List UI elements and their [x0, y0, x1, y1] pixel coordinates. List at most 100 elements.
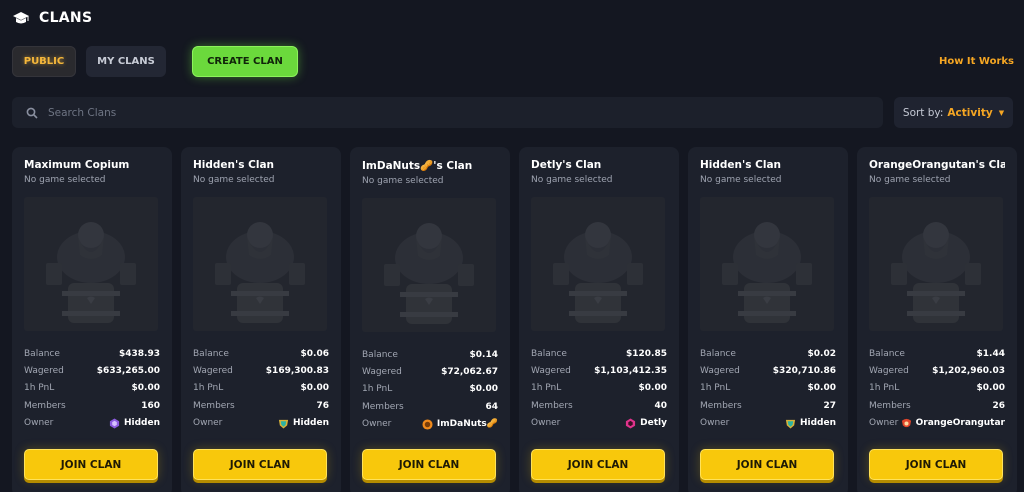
wagered-label: Wagered: [531, 366, 571, 377]
pnl-value: $0.00: [131, 383, 160, 394]
search-input[interactable]: [48, 106, 828, 119]
balance-label: Balance: [193, 348, 229, 359]
wagered-value: $320,710.86: [772, 366, 836, 377]
create-clan-button[interactable]: CREATE CLAN: [192, 46, 298, 77]
clan-name: Hidden's Clan: [193, 159, 275, 171]
clan-stats: Balance $0.14 Wagered $72,062.67 1h PnL $0.…: [362, 346, 498, 433]
clan-tabs: PUBLIC MY CLANS CREATE CLAN: [12, 46, 298, 77]
wagered-value: $169,300.83: [265, 366, 329, 377]
members-value: 27: [823, 400, 836, 411]
balance-value: $1.44: [976, 348, 1005, 359]
pnl-value: $0.00: [807, 383, 836, 394]
clan-stats: Balance $438.93 Wagered $633,265.00 1h PnL…: [24, 345, 160, 432]
search-bar: [12, 97, 883, 128]
balance-label: Balance: [24, 348, 60, 359]
red-orange-badge-icon: [901, 418, 912, 429]
owner-value[interactable]: Hidden: [278, 418, 329, 429]
clan-game-status: No game selected: [869, 175, 951, 185]
members-label: Members: [193, 400, 235, 411]
clan-name: Hidden's Clan: [700, 159, 782, 171]
owner-value[interactable]: Hidden: [109, 418, 160, 429]
members-label: Members: [869, 400, 911, 411]
clan-stats: Balance $1.44 Wagered $1,202,960.03 1h PnL…: [869, 345, 1005, 432]
pnl-label: 1h PnL: [531, 383, 562, 394]
clan-name: OrangeOrangutan's Clan: [869, 159, 1005, 171]
balance-value: $0.06: [300, 348, 329, 359]
owner-value[interactable]: Hidden: [785, 418, 836, 429]
tab-public[interactable]: PUBLIC: [12, 46, 76, 77]
owner-value[interactable]: OrangeOrangutar: [901, 418, 1005, 429]
clan-card: Hidden's Clan No game selected Balance $0…: [688, 147, 848, 492]
clan-card: Maximum Copium No game selected Balance $…: [12, 147, 172, 492]
balance-value: $0.14: [469, 349, 498, 360]
pnl-value: $0.00: [976, 383, 1005, 394]
wagered-label: Wagered: [193, 366, 233, 377]
members-label: Members: [531, 400, 573, 411]
teal-gold-badge-icon: [785, 418, 796, 429]
clan-image: [531, 197, 665, 331]
wagered-label: Wagered: [869, 366, 909, 377]
pink-gem-icon: [625, 418, 636, 429]
clan-stats: Balance $120.85 Wagered $1,103,412.35 1h P…: [531, 345, 667, 432]
clan-image: [869, 197, 1003, 331]
tab-my-clans[interactable]: MY CLANS: [86, 46, 166, 77]
wagered-value: $72,062.67: [441, 367, 498, 378]
balance-value: $0.02: [807, 348, 836, 359]
owner-name: ImDaNuts🥜: [436, 419, 498, 430]
page-title: CLANS: [39, 10, 93, 26]
members-value: 26: [992, 400, 1005, 411]
teal-gold-badge-icon: [278, 418, 289, 429]
join-clan-button[interactable]: JOIN CLAN: [362, 449, 496, 480]
orange-badge-icon: [422, 419, 433, 430]
clan-game-status: No game selected: [24, 175, 106, 185]
wagered-label: Wagered: [24, 366, 64, 377]
join-clan-button[interactable]: JOIN CLAN: [869, 449, 1003, 480]
clan-game-status: No game selected: [531, 175, 613, 185]
members-label: Members: [24, 400, 66, 411]
graduation-cap-icon: [13, 12, 29, 24]
clan-card: OrangeOrangutan's Clan No game selected …: [857, 147, 1017, 492]
sort-dropdown[interactable]: Sort by: Activity ▼: [894, 97, 1013, 128]
pnl-value: $0.00: [469, 384, 498, 395]
clan-card: Detly's Clan No game selected Balance $12…: [519, 147, 679, 492]
owner-value[interactable]: Detly: [625, 418, 667, 429]
join-clan-button[interactable]: JOIN CLAN: [193, 449, 327, 480]
clan-game-status: No game selected: [193, 175, 275, 185]
clan-name: ImDaNuts🥜's Clan: [362, 160, 473, 172]
clan-stats: Balance $0.02 Wagered $320,710.86 1h PnL $0…: [700, 345, 836, 432]
clan-image: [362, 198, 496, 332]
balance-value: $438.93: [119, 348, 160, 359]
members-value: 64: [485, 401, 498, 412]
pnl-label: 1h PnL: [869, 383, 900, 394]
pnl-label: 1h PnL: [362, 384, 393, 395]
clan-image: [24, 197, 158, 331]
join-clan-button[interactable]: JOIN CLAN: [700, 449, 834, 480]
members-label: Members: [700, 400, 742, 411]
balance-label: Balance: [362, 349, 398, 360]
page-header: CLANS: [12, 8, 92, 28]
owner-label: Owner: [24, 418, 54, 429]
owner-name: OrangeOrangutar: [915, 418, 1005, 429]
owner-value[interactable]: ImDaNuts🥜: [422, 419, 498, 430]
balance-label: Balance: [531, 348, 567, 359]
wagered-label: Wagered: [362, 367, 402, 378]
pnl-label: 1h PnL: [193, 383, 224, 394]
members-value: 160: [141, 400, 160, 411]
owner-label: Owner: [193, 418, 223, 429]
join-clan-button[interactable]: JOIN CLAN: [531, 449, 665, 480]
join-clan-button[interactable]: JOIN CLAN: [24, 449, 158, 480]
wagered-value: $633,265.00: [96, 366, 160, 377]
clan-card: Hidden's Clan No game selected Balance $0…: [181, 147, 341, 492]
clan-image: [193, 197, 327, 331]
pnl-label: 1h PnL: [24, 383, 55, 394]
owner-label: Owner: [869, 418, 899, 429]
clan-name: Detly's Clan: [531, 159, 602, 171]
clan-stats: Balance $0.06 Wagered $169,300.83 1h PnL $0…: [193, 345, 329, 432]
how-it-works-link[interactable]: How It Works: [939, 56, 1014, 67]
members-value: 40: [654, 400, 667, 411]
pnl-label: 1h PnL: [700, 383, 731, 394]
sort-label: Sort by:: [902, 106, 944, 119]
clan-list: Maximum Copium No game selected Balance $…: [12, 147, 1017, 492]
pnl-value: $0.00: [638, 383, 667, 394]
pnl-value: $0.00: [300, 383, 329, 394]
